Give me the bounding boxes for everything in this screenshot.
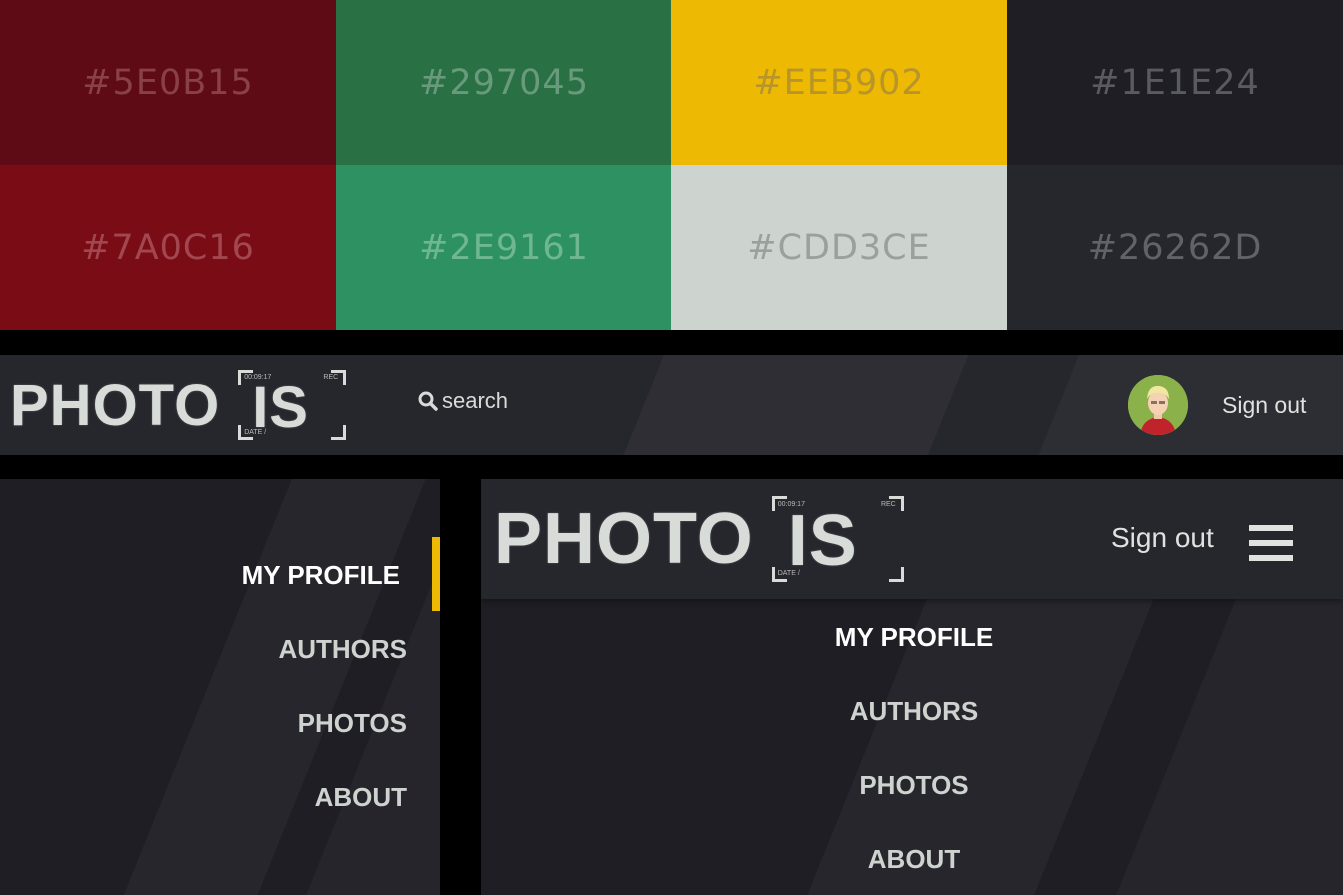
hamburger-icon [1249, 525, 1293, 531]
swatch-code: #CDD3CE [747, 227, 931, 268]
logo-word: PHOTO [494, 499, 754, 579]
mobile-menu-item-my-profile[interactable]: MY PROFILE [833, 622, 995, 653]
search-icon [418, 391, 438, 411]
swatch-code: #7A0C16 [81, 227, 255, 268]
swatch-code: #26262D [1087, 227, 1263, 268]
swatch-code: #5E0B15 [82, 62, 254, 103]
search-link[interactable]: search [418, 388, 508, 414]
color-palette: #5E0B15 #297045 #EEB902 #1E1E24 #7A0C16 … [0, 0, 1343, 330]
menu-item-authors[interactable]: AUTHORS [278, 634, 407, 665]
logo[interactable]: PHOTO 00:09:17 REC DATE / IS [10, 366, 347, 444]
menu-item-about[interactable]: ABOUT [315, 782, 407, 813]
logo-framed: IS [787, 501, 858, 581]
logo-word: PHOTO [10, 372, 221, 438]
swatch-6: #2E9161 [336, 165, 672, 330]
swatch-code: #2E9161 [419, 227, 589, 268]
swatch-7: #CDD3CE [671, 165, 1007, 330]
menu-item-photos[interactable]: PHOTOS [298, 708, 407, 739]
swatch-5: #7A0C16 [0, 165, 336, 330]
avatar[interactable] [1128, 375, 1188, 435]
hamburger-menu-button[interactable] [1249, 525, 1293, 561]
logo-framed: IS [252, 375, 309, 440]
menu-item-my-profile[interactable]: MY PROFILE [242, 560, 400, 591]
mobile-signout-link[interactable]: Sign out [1111, 522, 1214, 554]
logo-rec: REC [880, 501, 896, 508]
mobile-menu-item-about[interactable]: ABOUT [833, 844, 995, 875]
active-indicator [432, 537, 440, 611]
logo-frame: 00:09:17 REC DATE / IS [771, 496, 904, 582]
swatch-8: #26262D [1007, 165, 1343, 330]
mobile-menu-item-photos[interactable]: PHOTOS [833, 770, 995, 801]
swatch-code: #297045 [419, 62, 589, 103]
search-label: search [442, 388, 509, 413]
swatch-3: #EEB902 [671, 0, 1007, 165]
swatch-code: #EEB902 [753, 62, 925, 103]
logo-frame: 00:09:17 REC DATE / IS [238, 370, 347, 440]
swatch-1: #5E0B15 [0, 0, 336, 165]
swatch-code: #1E1E24 [1090, 62, 1260, 103]
mobile-logo[interactable]: PHOTO 00:09:17 REC DATE / IS [494, 494, 904, 584]
logo-rec: REC [323, 374, 339, 381]
side-menu [0, 479, 440, 895]
mobile-menu-item-authors[interactable]: AUTHORS [833, 696, 995, 727]
signout-link[interactable]: Sign out [1222, 392, 1306, 419]
swatch-4: #1E1E24 [1007, 0, 1343, 165]
user-avatar-icon [1128, 375, 1188, 435]
swatch-2: #297045 [336, 0, 672, 165]
